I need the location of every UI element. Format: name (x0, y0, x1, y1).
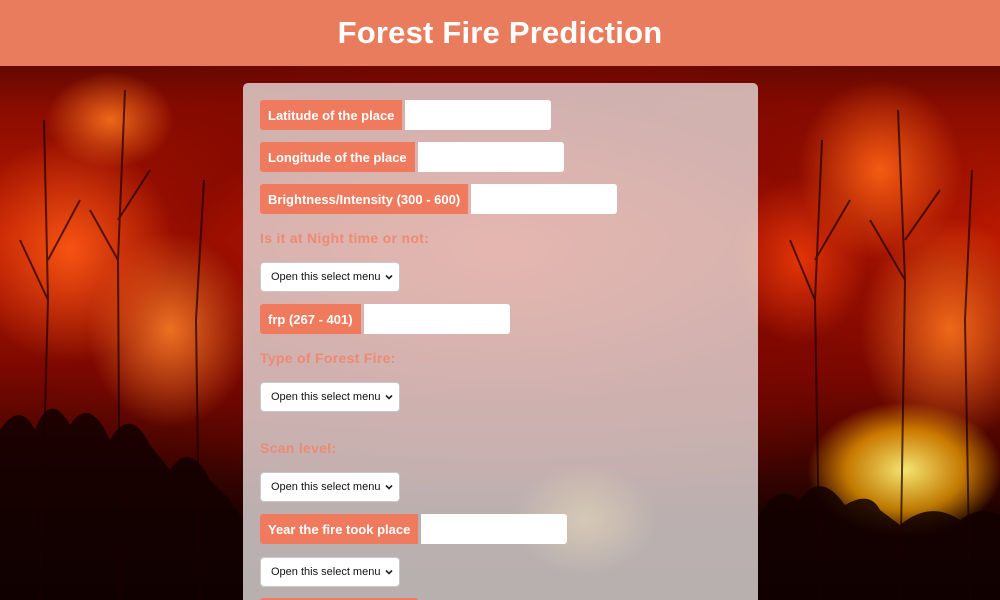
year-input[interactable] (421, 514, 568, 544)
brightness-input[interactable] (471, 184, 618, 214)
extra-select[interactable]: Open this select menu (260, 557, 400, 587)
scan-select-value: Open this select menu (271, 481, 381, 493)
page-title: Forest Fire Prediction (337, 15, 663, 50)
night-select-value: Open this select menu (271, 271, 381, 283)
year-label: Year the fire took place (260, 514, 419, 544)
frp-label: frp (267 - 401) (260, 304, 361, 334)
latitude-input[interactable] (405, 100, 552, 130)
brightness-row: Brightness/Intensity (300 - 600) (260, 184, 618, 214)
fire-type-question: Type of Forest Fire: (260, 350, 396, 366)
latitude-row: Latitude of the place (260, 100, 552, 130)
night-question: Is it at Night time or not: (260, 230, 430, 246)
chevron-down-icon (384, 567, 394, 577)
chevron-down-icon (384, 392, 394, 402)
chevron-down-icon (384, 482, 394, 492)
longitude-label: Longitude of the place (260, 142, 415, 172)
extra-select-value: Open this select menu (271, 566, 381, 578)
year-row: Year the fire took place (260, 514, 568, 544)
header-bar: Forest Fire Prediction (0, 0, 1000, 66)
frp-input[interactable] (363, 304, 510, 334)
scan-select[interactable]: Open this select menu (260, 472, 400, 502)
chevron-down-icon (384, 272, 394, 282)
latitude-label: Latitude of the place (260, 100, 403, 130)
night-select[interactable]: Open this select menu (260, 262, 400, 292)
longitude-input[interactable] (417, 142, 564, 172)
prediction-form: Latitude of the place Longitude of the p… (243, 83, 758, 600)
page: Forest Fire Prediction Latitude of the p… (0, 0, 1000, 600)
brightness-label: Brightness/Intensity (300 - 600) (260, 184, 469, 214)
longitude-row: Longitude of the place (260, 142, 564, 172)
scan-question: Scan level: (260, 440, 337, 456)
fire-type-select-value: Open this select menu (271, 391, 381, 403)
frp-row: frp (267 - 401) (260, 304, 510, 334)
fire-type-select[interactable]: Open this select menu (260, 382, 400, 412)
